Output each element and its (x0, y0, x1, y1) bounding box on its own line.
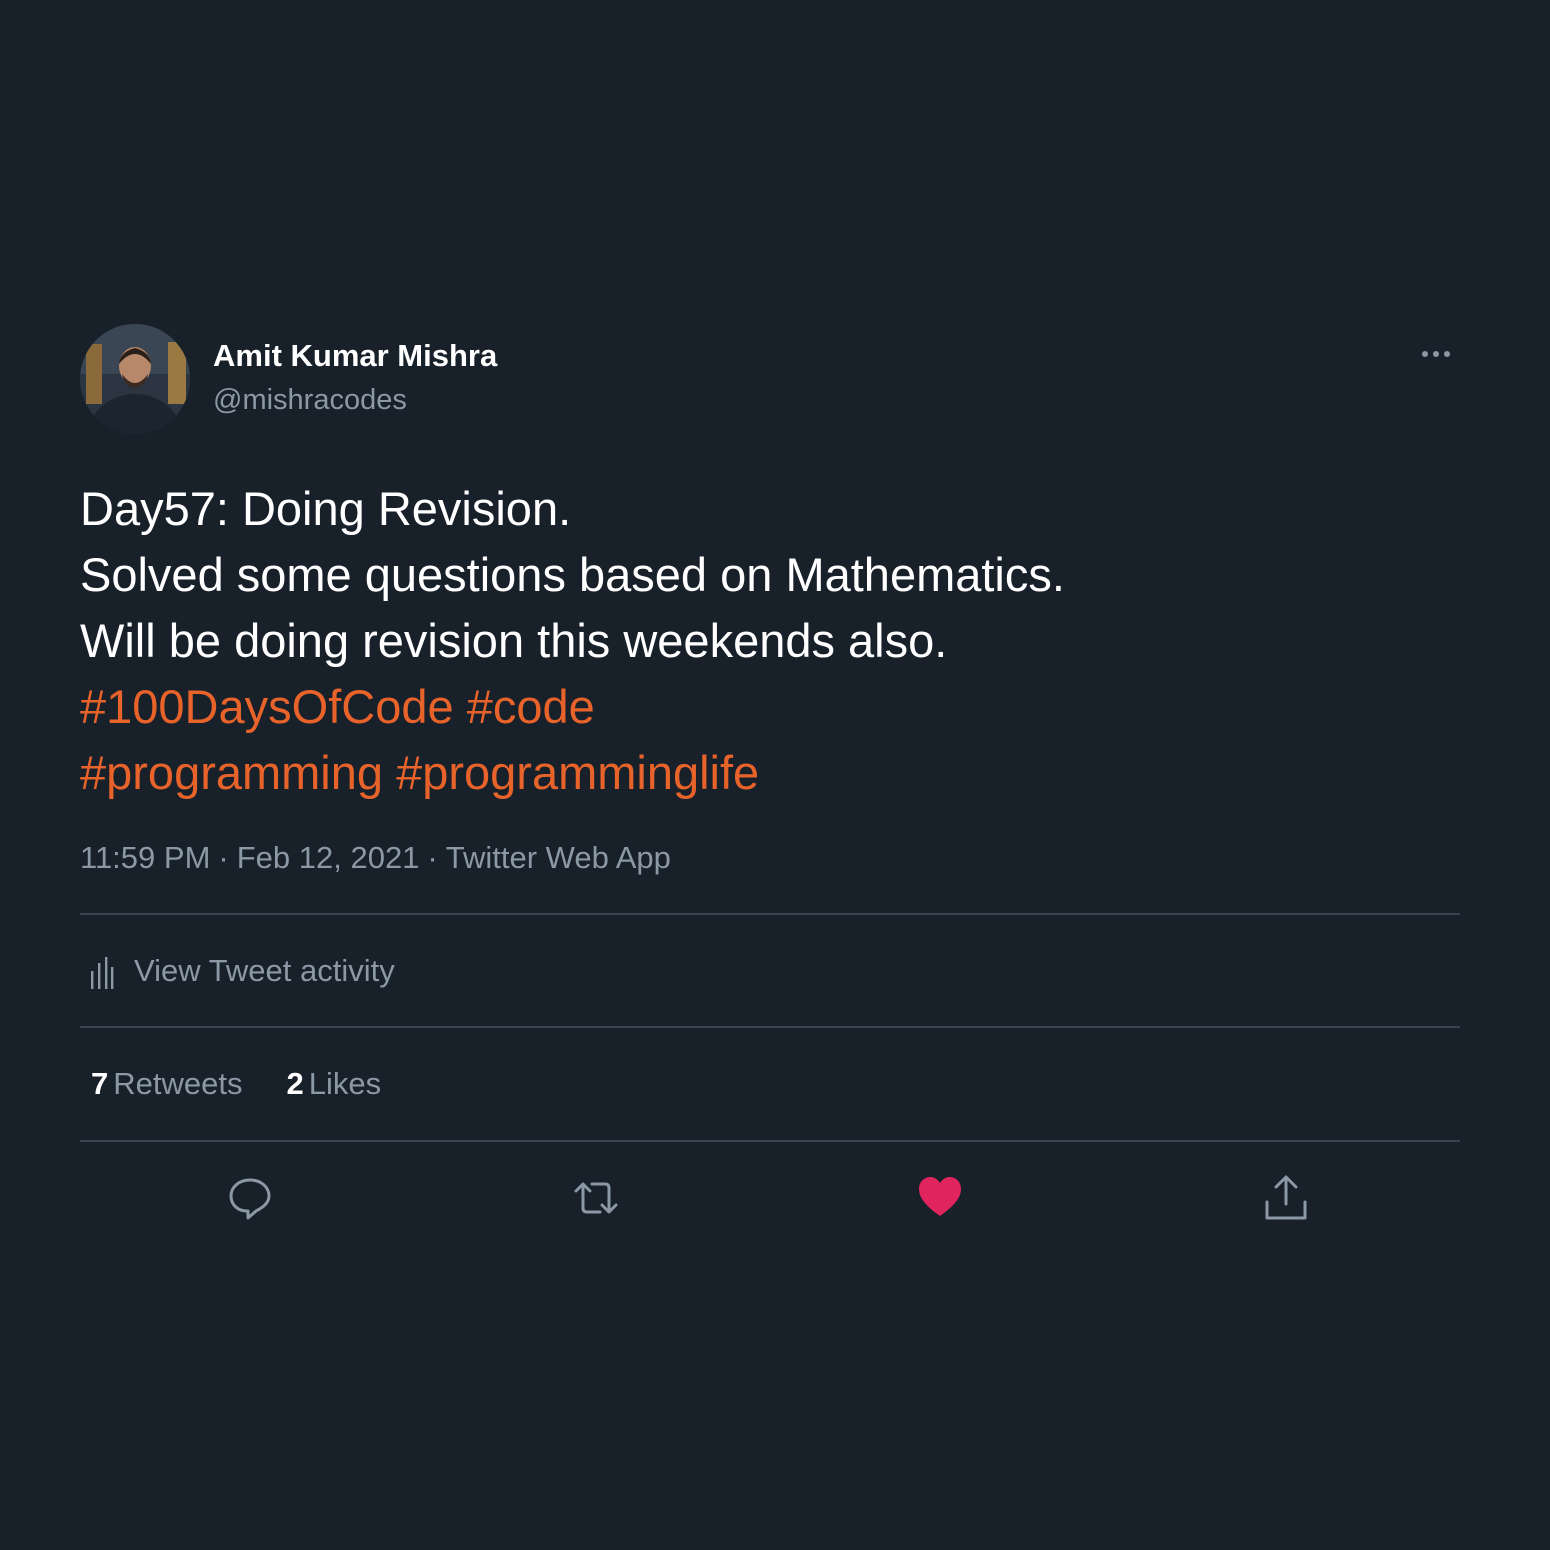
tweet-text: Day57: Doing Revision. Solved some quest… (80, 476, 1460, 806)
hashtag-line: #100DaysOfCode #code (80, 674, 1460, 740)
retweets-count: 7 (91, 1066, 109, 1101)
tweet-text-line: Solved some questions based on Mathemati… (80, 548, 1065, 601)
heart-filled-icon (919, 1177, 961, 1216)
more-dot (1422, 351, 1428, 357)
hashtag-line: #programming #programminglife (80, 740, 1460, 806)
likes-stat[interactable]: 2 Likes (286, 1066, 381, 1102)
view-tweet-activity-button[interactable]: View Tweet activity (80, 915, 1460, 1026)
share-icon (1265, 1175, 1307, 1220)
author-name[interactable]: Amit Kumar Mishra (213, 338, 497, 374)
tweet-card: Amit Kumar Mishra @mishracodes Day57: Do… (80, 322, 1460, 1252)
meta-separator: · (427, 840, 438, 875)
like-button[interactable] (916, 1174, 964, 1222)
retweets-label: Retweets (113, 1066, 243, 1101)
view-tweet-activity-label: View Tweet activity (134, 952, 395, 988)
reply-icon (229, 1178, 271, 1220)
tweet-actions-bar (80, 1142, 1460, 1252)
more-options-icon[interactable] (1416, 344, 1456, 364)
tweet-source[interactable]: Twitter Web App (446, 840, 671, 875)
more-dot (1433, 351, 1439, 357)
tweet-text-line: Day57: Doing Revision. (80, 482, 572, 535)
avatar-photo-icon (80, 324, 190, 434)
avatar[interactable] (80, 324, 190, 434)
likes-label: Likes (308, 1066, 382, 1101)
hashtag-link[interactable]: #programming (80, 746, 383, 799)
hashtag-link[interactable]: #programminglife (396, 746, 759, 799)
tweet-header: Amit Kumar Mishra @mishracodes (80, 322, 1460, 436)
likes-count: 2 (286, 1066, 304, 1101)
tweet-time[interactable]: 11:59 PM (80, 840, 210, 875)
tweet-date[interactable]: Feb 12, 2021 (237, 840, 420, 875)
bar-chart-icon (91, 956, 114, 989)
tweet-metadata: 11:59 PM · Feb 12, 2021 · Twitter Web App (80, 838, 1460, 878)
author-handle[interactable]: @mishracodes (213, 382, 407, 418)
share-button[interactable] (1262, 1174, 1310, 1222)
retweet-icon (574, 1182, 618, 1214)
retweets-stat[interactable]: 7 Retweets (91, 1066, 242, 1102)
hashtag-link[interactable]: #code (467, 680, 595, 733)
engagement-stats: 7 Retweets 2 Likes (80, 1028, 1460, 1140)
retweet-button[interactable] (572, 1174, 620, 1222)
more-dot (1444, 351, 1450, 357)
reply-button[interactable] (226, 1174, 274, 1222)
meta-separator: · (218, 840, 229, 875)
hashtag-link[interactable]: #100DaysOfCode (80, 680, 454, 733)
tweet-text-line: Will be doing revision this weekends als… (80, 614, 948, 667)
